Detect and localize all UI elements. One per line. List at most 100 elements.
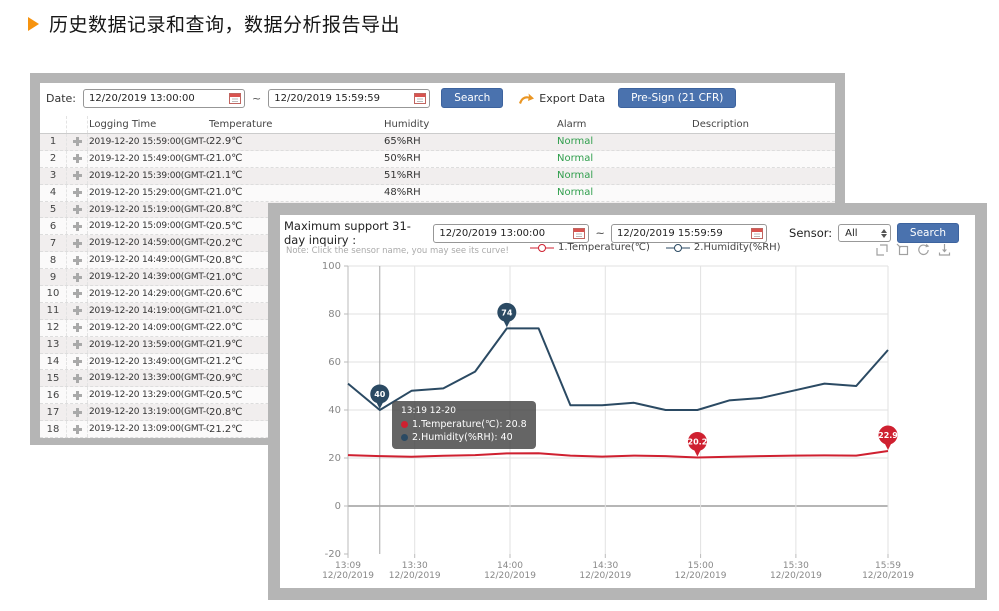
row-number: 4 xyxy=(40,185,67,201)
legend-line-icon xyxy=(666,243,690,253)
plus-icon[interactable] xyxy=(73,340,82,349)
plus-icon[interactable] xyxy=(73,357,82,366)
svg-text:0: 0 xyxy=(335,501,341,512)
cell-logging-time: 2019-12-20 13:29:00(GMT-05: xyxy=(88,390,209,400)
cell-humidity: 50%RH xyxy=(384,153,557,164)
svg-text:20.2: 20.2 xyxy=(688,438,708,447)
presign-button[interactable]: Pre-Sign (21 CFR) xyxy=(618,88,736,108)
chart-legend: 1.Temperature(℃) 2.Humidity(%RH) xyxy=(530,242,781,253)
calendar-icon[interactable] xyxy=(414,92,426,104)
plus-icon[interactable] xyxy=(73,273,82,282)
cell-logging-time: 2019-12-20 14:59:00(GMT-05: xyxy=(88,238,209,248)
cell-temperature: 21.0℃ xyxy=(209,187,384,198)
calendar-icon[interactable] xyxy=(229,92,241,104)
calendar-icon[interactable] xyxy=(573,227,585,239)
row-number: 18 xyxy=(40,421,67,437)
plus-icon[interactable] xyxy=(73,137,82,146)
chart-area: Maximum support 31-day inquiry : 12/20/2… xyxy=(280,215,975,588)
svg-text:14:30: 14:30 xyxy=(592,561,618,571)
svg-text:12/20/2019: 12/20/2019 xyxy=(579,571,631,581)
cell-humidity: 51%RH xyxy=(384,170,557,181)
svg-text:20: 20 xyxy=(328,453,341,464)
search-button[interactable]: Search xyxy=(441,88,503,108)
svg-text:80: 80 xyxy=(328,309,341,320)
cell-logging-time: 2019-12-20 14:49:00(GMT-05: xyxy=(88,255,209,265)
plus-icon[interactable] xyxy=(73,239,82,248)
date-from-input[interactable]: 12/20/2019 13:00:00 xyxy=(83,89,245,108)
row-number: 13 xyxy=(40,337,67,353)
row-expand-cell xyxy=(67,421,88,437)
row-expand-cell xyxy=(67,387,88,403)
cell-logging-time: 2019-12-20 15:39:00(GMT-05: xyxy=(88,171,209,181)
row-expand-cell xyxy=(67,286,88,302)
table-header: Logging Time Temperature Humidity Alarm … xyxy=(40,116,835,134)
query-label: Maximum support 31-day inquiry : xyxy=(284,219,427,247)
plus-icon[interactable] xyxy=(73,408,82,417)
export-data-button[interactable]: Export Data xyxy=(518,91,605,105)
chart-search-button[interactable]: Search xyxy=(897,223,959,243)
plus-icon[interactable] xyxy=(73,425,82,434)
legend-line-icon xyxy=(530,243,554,253)
row-expand-cell xyxy=(67,370,88,386)
restore-icon[interactable] xyxy=(917,243,930,256)
save-image-icon[interactable] xyxy=(938,243,951,256)
export-icon xyxy=(518,91,535,105)
svg-text:40: 40 xyxy=(328,405,341,416)
cell-logging-time: 2019-12-20 14:09:00(GMT-05: xyxy=(88,323,209,333)
plus-icon[interactable] xyxy=(73,256,82,265)
sensor-select[interactable]: All xyxy=(838,224,891,242)
row-number: 3 xyxy=(40,168,67,184)
row-expand-cell xyxy=(67,320,88,336)
svg-text:15:00: 15:00 xyxy=(688,561,714,571)
page-title: 历史数据记录和查询，数据分析报告导出 xyxy=(28,10,400,37)
row-expand-cell xyxy=(67,337,88,353)
chart-date-from-input[interactable]: 12/20/2019 13:00:00 xyxy=(433,224,589,243)
plus-icon[interactable] xyxy=(73,171,82,180)
row-expand-cell xyxy=(67,252,88,268)
plus-icon[interactable] xyxy=(73,222,82,231)
plus-icon[interactable] xyxy=(73,306,82,315)
svg-text:22.9: 22.9 xyxy=(878,431,898,440)
plus-icon[interactable] xyxy=(73,154,82,163)
table-row[interactable]: 42019-12-20 15:29:00(GMT-05:21.0℃48%RHNo… xyxy=(40,185,835,202)
table-row[interactable]: 22019-12-20 15:49:00(GMT-05:21.0℃50%RHNo… xyxy=(40,151,835,168)
plus-icon[interactable] xyxy=(73,188,82,197)
row-expand-cell xyxy=(67,303,88,319)
chart-date-to-input[interactable]: 12/20/2019 15:59:59 xyxy=(611,224,767,243)
legend-item-temperature[interactable]: 1.Temperature(℃) xyxy=(530,242,650,253)
row-expand-cell xyxy=(67,404,88,420)
calendar-icon[interactable] xyxy=(751,227,763,239)
table-row[interactable]: 32019-12-20 15:39:00(GMT-05:21.1℃51%RHNo… xyxy=(40,168,835,185)
row-number: 10 xyxy=(40,286,67,302)
legend-item-humidity[interactable]: 2.Humidity(%RH) xyxy=(666,242,781,253)
svg-text:12/20/2019: 12/20/2019 xyxy=(675,571,727,581)
row-number: 2 xyxy=(40,151,67,167)
sensor-label: Sensor: xyxy=(789,226,832,240)
plus-icon[interactable] xyxy=(73,391,82,400)
date-to-input[interactable]: 12/20/2019 15:59:59 xyxy=(268,89,430,108)
plus-icon[interactable] xyxy=(73,289,82,298)
page-title-text: 历史数据记录和查询，数据分析报告导出 xyxy=(49,10,400,37)
plus-icon[interactable] xyxy=(73,323,82,332)
row-number: 16 xyxy=(40,387,67,403)
row-expand-cell xyxy=(67,218,88,234)
row-expand-cell xyxy=(67,151,88,167)
plus-icon[interactable] xyxy=(73,205,82,214)
table-row[interactable]: 12019-12-20 15:59:00(GMT-05:22.9℃65%RHNo… xyxy=(40,134,835,151)
row-expand-cell xyxy=(67,354,88,370)
row-expand-cell xyxy=(67,134,88,150)
row-number: 15 xyxy=(40,370,67,386)
cell-logging-time: 2019-12-20 14:39:00(GMT-05: xyxy=(88,272,209,282)
svg-text:100: 100 xyxy=(322,261,341,272)
datazoom-icon[interactable] xyxy=(875,243,888,256)
svg-text:15:30: 15:30 xyxy=(783,561,809,571)
plus-icon[interactable] xyxy=(73,374,82,383)
zoom-reset-icon[interactable] xyxy=(896,243,909,256)
cell-logging-time: 2019-12-20 15:29:00(GMT-05: xyxy=(88,188,209,198)
cell-logging-time: 2019-12-20 15:59:00(GMT-05: xyxy=(88,137,209,147)
chart-svg[interactable]: 100806040200-2013:0912/20/201913:3012/20… xyxy=(280,215,975,588)
cell-logging-time: 2019-12-20 13:09:00(GMT-05: xyxy=(88,424,209,434)
row-number: 11 xyxy=(40,303,67,319)
history-toolbar: Date: 12/20/2019 13:00:00 ~ 12/20/2019 1… xyxy=(40,83,835,111)
svg-text:15:59: 15:59 xyxy=(875,561,901,571)
